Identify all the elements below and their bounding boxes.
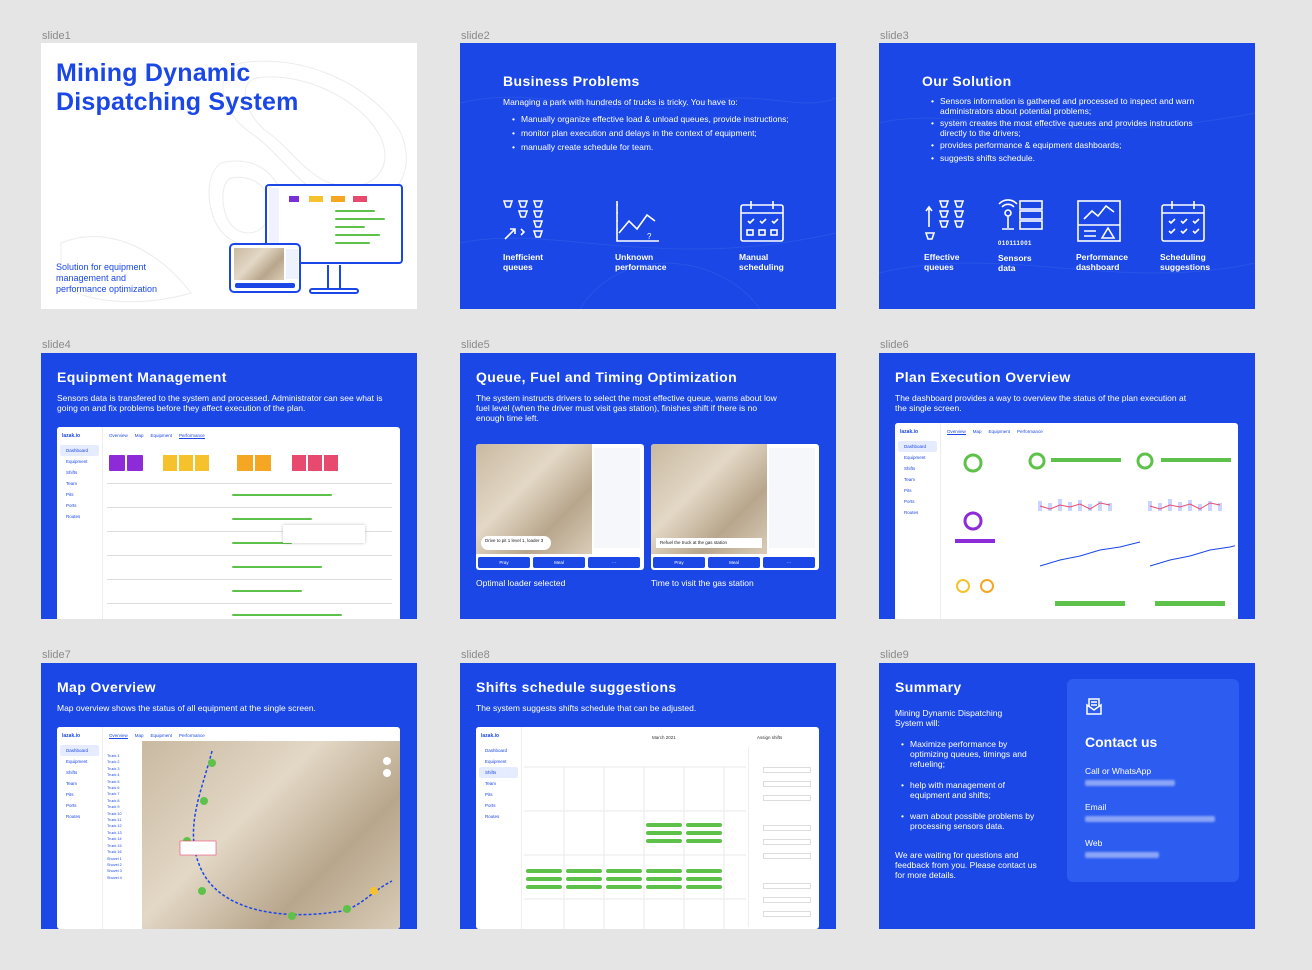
bullet-item: Manually organize effective load & unloa… — [512, 114, 792, 124]
bullet-list: Manually organize effective load & unloa… — [512, 114, 792, 156]
intro-text: Sensors data is transfered to the system… — [57, 393, 383, 413]
slide-label: slide3 — [880, 30, 909, 42]
slide-label: slide7 — [42, 649, 71, 661]
slide-label: slide5 — [461, 339, 490, 351]
bullet-item: help with management of equipment and sh… — [901, 780, 1041, 800]
manual-scheduling-block: Manual scheduling — [739, 199, 799, 272]
sensors-data-block: 010111001 Sensors data — [998, 199, 1058, 273]
caption-left: Optimal loader selected — [476, 578, 566, 588]
outro-text: We are waiting for questions and feedbac… — [895, 850, 1037, 880]
intro-text: The system suggests shifts schedule that… — [476, 703, 697, 713]
chart-icon: ? — [616, 201, 659, 242]
calendar-grid — [524, 766, 746, 929]
slide-label: slide2 — [461, 30, 490, 42]
bullet-item: monitor plan execution and delays in the… — [512, 128, 792, 138]
bullet-list: Sensors information is gathered and proc… — [931, 96, 1201, 166]
slide-7[interactable]: Map Overview Map overview shows the stat… — [41, 663, 417, 929]
monitor-stand — [327, 265, 341, 289]
slide-4[interactable]: Equipment Management Sensors data is tra… — [41, 353, 417, 619]
contact-web-value — [1085, 852, 1159, 858]
slide-title: Business Problems — [503, 73, 640, 89]
intro-text: The system instructs drivers to select t… — [476, 393, 777, 423]
effective-queues-block: Effective queues — [924, 199, 984, 272]
bullet-item: provides performance & equipment dashboa… — [931, 140, 1201, 151]
bullet-list: Maximize performance by optimizing queue… — [901, 739, 1041, 835]
slide-title: Queue, Fuel and Timing Optimization — [476, 369, 738, 385]
contact-email-value — [1085, 816, 1215, 822]
intro-text: Managing a park with hundreds of trucks … — [503, 97, 738, 107]
slide-6[interactable]: Plan Execution Overview The dashboard pr… — [879, 353, 1255, 619]
calendar-check-icon — [1161, 201, 1205, 242]
shifts-schedule-mock: lazak.io Dashboard Equipment Shifts Team… — [476, 727, 819, 929]
slide-title: Equipment Management — [57, 369, 227, 385]
contact-email-label: Email — [1085, 802, 1107, 812]
subtitle: Solution for equipment management and pe… — [56, 262, 158, 294]
bullet-item: Sensors information is gathered and proc… — [931, 96, 1201, 116]
slide-1[interactable]: Mining Dynamic Dispatching System Soluti… — [41, 43, 417, 309]
bullet-item: Maximize performance by optimizing queue… — [901, 739, 1041, 769]
tablet-illustration — [229, 243, 301, 293]
calendar-icon — [740, 201, 784, 242]
assign-panel — [748, 747, 814, 927]
caption-right: Time to visit the gas station — [651, 578, 754, 588]
slide-title: Plan Execution Overview — [895, 369, 1071, 385]
driver-app-mock-right: Refuel the truck at the gas station Pray… — [651, 444, 819, 570]
intro-text: Map overview shows the status of all equ… — [57, 703, 316, 713]
title: Mining Dynamic Dispatching System — [56, 59, 299, 116]
slide-title: Map Overview — [57, 679, 156, 695]
map-routes — [179, 750, 393, 920]
slide-title: Summary — [895, 679, 962, 695]
slide-8[interactable]: Shifts schedule suggestions The system s… — [460, 663, 836, 929]
svg-text:?: ? — [647, 232, 652, 241]
slide-label: slide4 — [42, 339, 71, 351]
slide-9[interactable]: Summary Mining Dynamic Dispatching Syste… — [879, 663, 1255, 929]
slide-label: slide8 — [461, 649, 490, 661]
scheduling-suggestions-block: Scheduling suggestions — [1160, 199, 1220, 272]
sensor-icon — [998, 199, 1043, 230]
bullet-item: suggests shifts schedule. — [931, 153, 1201, 164]
contact-phone-label: Call or WhatsApp — [1085, 766, 1152, 776]
intro-text: The dashboard provides a way to overview… — [895, 393, 1187, 413]
performance-dashboard-block: Performance dashboard — [1076, 199, 1136, 272]
contact-web-label: Web — [1085, 838, 1103, 848]
slide-label: slide9 — [880, 649, 909, 661]
dashboard-charts — [955, 452, 1235, 606]
assign-shifts-title: Assign shifts — [757, 735, 783, 740]
slide-label: slide6 — [880, 339, 909, 351]
map-list-item[interactable]: Shovel 4 — [107, 875, 141, 881]
slide-title: Our Solution — [922, 73, 1012, 89]
slide-title: Shifts schedule suggestions — [476, 679, 677, 695]
unknown-performance-block: ? Unknown performance — [615, 199, 675, 272]
plan-dashboard-mock: lazak.io Dashboard Equipment Shifts Team… — [895, 423, 1238, 619]
slide-label: slide1 — [42, 30, 71, 42]
bullet-item: system creates the most effective queues… — [931, 118, 1201, 138]
map-overview-mock: lazak.io Dashboard Equipment Shifts Team… — [57, 727, 400, 929]
queue-icon — [924, 200, 965, 240]
bullet-item: warn about possible problems by processi… — [901, 811, 1041, 831]
slide-3[interactable]: Our Solution Sensors information is gath… — [879, 43, 1255, 309]
contact-card: Contact us Call or WhatsApp Email Web — [1067, 679, 1239, 882]
mail-icon — [1086, 698, 1102, 715]
monitor-base — [309, 288, 359, 294]
inefficient-queues-block: Inefficient queues — [502, 199, 563, 272]
dashboard-icon — [1077, 200, 1121, 242]
calendar-month: March 2021 — [652, 735, 676, 740]
queue-icon — [502, 200, 544, 240]
equipment-dashboard-mock: lazak.io Dashboard Equipment Shifts Team… — [57, 427, 400, 619]
slide-5[interactable]: Queue, Fuel and Timing Optimization The … — [460, 353, 836, 619]
contact-phone-value — [1085, 780, 1175, 786]
slide-2[interactable]: Business Problems Managing a park with h… — [460, 43, 836, 309]
bullet-item: manually create schedule for team. — [512, 142, 792, 152]
driver-app-mock-left: Drive to pit 1 level 1, loader 3 Pray Me… — [476, 444, 644, 570]
intro-text: Mining Dynamic Dispatching System will: — [895, 708, 1003, 728]
binary-code: 010111001 — [998, 241, 1032, 247]
contact-title: Contact us — [1085, 734, 1158, 750]
